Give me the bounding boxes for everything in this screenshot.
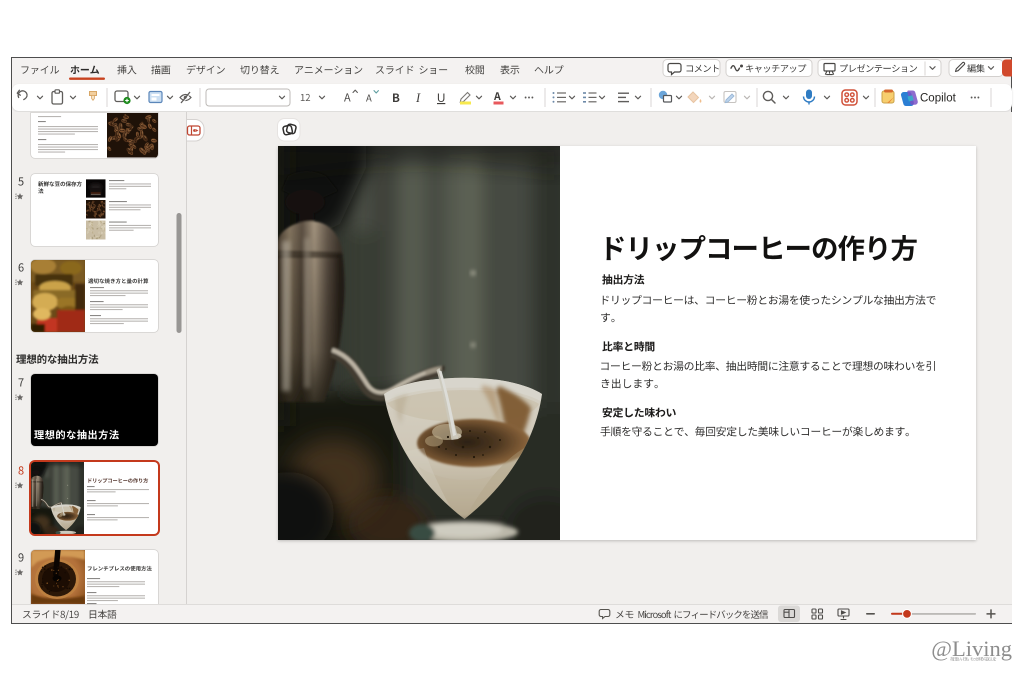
svg-text:I: I [415,91,421,105]
svg-text:U: U [437,93,445,105]
svg-text:Copilot: Copilot [920,93,957,105]
